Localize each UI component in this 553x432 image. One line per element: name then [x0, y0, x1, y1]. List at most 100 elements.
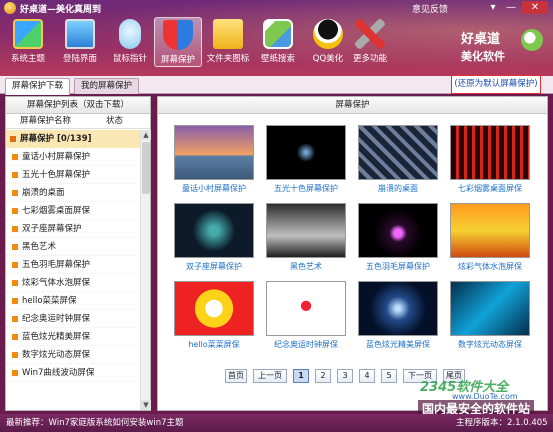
- thumbnail-caption[interactable]: 五色羽毛屏幕保护: [356, 261, 440, 272]
- status-bar: 最新推荐：Win7家庭版系统如何安装win7主题 主程序版本：2.1.0.405: [0, 414, 553, 432]
- scroll-up-icon[interactable]: ▲: [141, 130, 151, 140]
- page-number-button[interactable]: 5: [381, 369, 397, 383]
- toolbar-qq-beautify[interactable]: QQ美化: [304, 17, 352, 67]
- list-scrollbar[interactable]: ▲ ▼: [140, 130, 151, 410]
- gallery-header: 屏幕保护: [158, 97, 547, 114]
- tools-icon: [355, 19, 385, 49]
- list-columns: 屏幕保护名称 状态: [6, 114, 150, 129]
- title-bar: 好桌道—美化真周到 意见反馈 ▾ — ✕: [0, 0, 553, 16]
- logo-line2: 美化软件: [461, 50, 505, 63]
- tab-my-screensaver[interactable]: 我的屏幕保护: [74, 78, 140, 94]
- thumbnail-caption[interactable]: 黑色艺术: [264, 261, 348, 272]
- scroll-thumb[interactable]: [142, 142, 150, 194]
- list-item[interactable]: 数字炫光动态屏保: [6, 346, 140, 364]
- thumbnail-item[interactable]: hello菜菜屏保: [172, 281, 256, 355]
- app-logo-icon: [4, 2, 16, 14]
- thumbnail-image[interactable]: [266, 125, 346, 180]
- window-title: 好桌道—美化真周到: [20, 5, 102, 15]
- wallpaper-icon: [263, 19, 293, 49]
- thumbnail-item[interactable]: 崩溃的桌面: [356, 125, 440, 199]
- thumbnail-caption[interactable]: 双子座屏幕保护: [172, 261, 256, 272]
- qq-icon: [313, 19, 343, 49]
- list-group[interactable]: 屏幕保护 [0/139]: [6, 130, 140, 148]
- thumbnail-item[interactable]: 炫彩气体水泡屏保: [448, 203, 532, 277]
- logo-line1: 好桌道: [461, 32, 501, 47]
- thumbnail-caption[interactable]: hello菜菜屏保: [172, 339, 256, 350]
- list-item[interactable]: 黑色艺术: [6, 238, 140, 256]
- list-item[interactable]: 蓝色炫光精美屏保: [6, 328, 140, 346]
- page-number-button[interactable]: 4: [359, 369, 375, 383]
- list-item[interactable]: 五光十色屏幕保护: [6, 166, 140, 184]
- thumbnail-caption[interactable]: 炫彩气体水泡屏保: [448, 261, 532, 272]
- thumbnail-item[interactable]: 黑色艺术: [264, 203, 348, 277]
- thumbnail-item[interactable]: 七彩烟雾桌面屏保: [448, 125, 532, 199]
- toolbar-wallpaper-search[interactable]: 壁纸搜索: [254, 17, 302, 67]
- page-number-button[interactable]: 3: [337, 369, 353, 383]
- thumbnail-caption[interactable]: 数字炫光动态屏保: [448, 339, 532, 350]
- thumbnail-image[interactable]: [450, 281, 530, 336]
- page-number-button[interactable]: 2: [315, 369, 331, 383]
- toolbar-more-functions[interactable]: 更多功能: [346, 17, 394, 67]
- folder-icon: [213, 19, 243, 49]
- toolbar-screensaver[interactable]: 屏幕保护: [154, 17, 202, 67]
- toolbar-mouse-pointer[interactable]: 鼠标指针: [106, 17, 154, 67]
- toolbar-folder-icon[interactable]: 文件夹图标: [204, 17, 252, 67]
- brand-logo: 好桌道 美化软件: [461, 28, 543, 64]
- toolbar-system-theme[interactable]: 系统主题: [4, 17, 52, 67]
- thumbnail-image[interactable]: [450, 203, 530, 258]
- restore-default-link[interactable]: (还原为默认屏幕保护): [451, 75, 541, 94]
- tab-screensaver-download[interactable]: 屏幕保护下载: [5, 78, 71, 95]
- toolbar-label: 更多功能: [352, 54, 387, 64]
- page-number-button[interactable]: 1: [293, 369, 309, 383]
- screensaver-gallery-panel: 屏幕保护 童话小村屏幕保护 五光十色屏幕保护 崩溃的桌面 七彩烟雾桌面屏保 双子…: [157, 96, 548, 411]
- list-item[interactable]: 炫彩气体水泡屏保: [6, 274, 140, 292]
- thumbnail-caption[interactable]: 七彩烟雾桌面屏保: [448, 183, 532, 194]
- page-first-button[interactable]: 首页: [225, 369, 247, 383]
- list-item[interactable]: hello菜菜屏保: [6, 292, 140, 310]
- menu-icon[interactable]: ▾: [486, 1, 500, 14]
- login-screen-icon: [65, 19, 95, 49]
- list-item[interactable]: 双子座屏幕保护: [6, 220, 140, 238]
- thumbnail-item[interactable]: 童话小村屏幕保护: [172, 125, 256, 199]
- thumbnail-item[interactable]: 双子座屏幕保护: [172, 203, 256, 277]
- list-item[interactable]: 纪念奥运时钟屏保: [6, 310, 140, 328]
- thumbnail-image[interactable]: [358, 203, 438, 258]
- thumbnail-caption[interactable]: 纪念奥运时钟屏保: [264, 339, 348, 350]
- scroll-down-icon[interactable]: ▼: [141, 400, 151, 410]
- thumbnail-image[interactable]: [174, 281, 254, 336]
- toolbar-label: 系统主题: [10, 54, 45, 64]
- close-icon[interactable]: ✕: [522, 1, 548, 14]
- list-item[interactable]: 五色羽毛屏幕保护: [6, 256, 140, 274]
- thumbnail-item[interactable]: 纪念奥运时钟屏保: [264, 281, 348, 355]
- list-item[interactable]: 童话小村屏幕保护: [6, 148, 140, 166]
- status-news-link[interactable]: 最新推荐：Win7家庭版系统如何安装win7主题: [6, 414, 184, 432]
- list-item[interactable]: 七彩烟雾桌面屏保: [6, 202, 140, 220]
- thumbnail-image[interactable]: [266, 281, 346, 336]
- toolbar-label: 登陆界面: [62, 54, 97, 64]
- thumbnail-item[interactable]: 五色羽毛屏幕保护: [356, 203, 440, 277]
- thumbnail-caption[interactable]: 童话小村屏幕保护: [172, 183, 256, 194]
- thumbnail-caption[interactable]: 崩溃的桌面: [356, 183, 440, 194]
- column-name: 屏幕保护名称: [20, 116, 72, 126]
- thumbnail-image[interactable]: [358, 281, 438, 336]
- thumbnail-image[interactable]: [174, 125, 254, 180]
- toolbar-label: 文件夹图标: [206, 54, 250, 64]
- minimize-icon[interactable]: —: [504, 1, 518, 14]
- thumbnail-image[interactable]: [174, 203, 254, 258]
- thumbnail-item[interactable]: 蓝色炫光精美屏保: [356, 281, 440, 355]
- list-item[interactable]: Win7曲线波动屏保: [6, 364, 140, 382]
- list-item[interactable]: 崩溃的桌面: [6, 184, 140, 202]
- thumbnail-item[interactable]: 五光十色屏幕保护: [264, 125, 348, 199]
- feedback-link[interactable]: 意见反馈: [412, 2, 448, 15]
- thumbnail-item[interactable]: 数字炫光动态屏保: [448, 281, 532, 355]
- toolbar-login-screen[interactable]: 登陆界面: [56, 17, 104, 67]
- thumbnail-image[interactable]: [266, 203, 346, 258]
- page-prev-button[interactable]: 上一页: [253, 369, 287, 383]
- thumbnail-image[interactable]: [358, 125, 438, 180]
- thumbnail-caption[interactable]: 蓝色炫光精美屏保: [356, 339, 440, 350]
- list-header: 屏幕保护列表（双击下载）: [6, 97, 150, 114]
- thumbnail-caption[interactable]: 五光十色屏幕保护: [264, 183, 348, 194]
- column-state: 状态: [106, 116, 124, 126]
- shield-icon: [163, 20, 193, 50]
- thumbnail-image[interactable]: [450, 125, 530, 180]
